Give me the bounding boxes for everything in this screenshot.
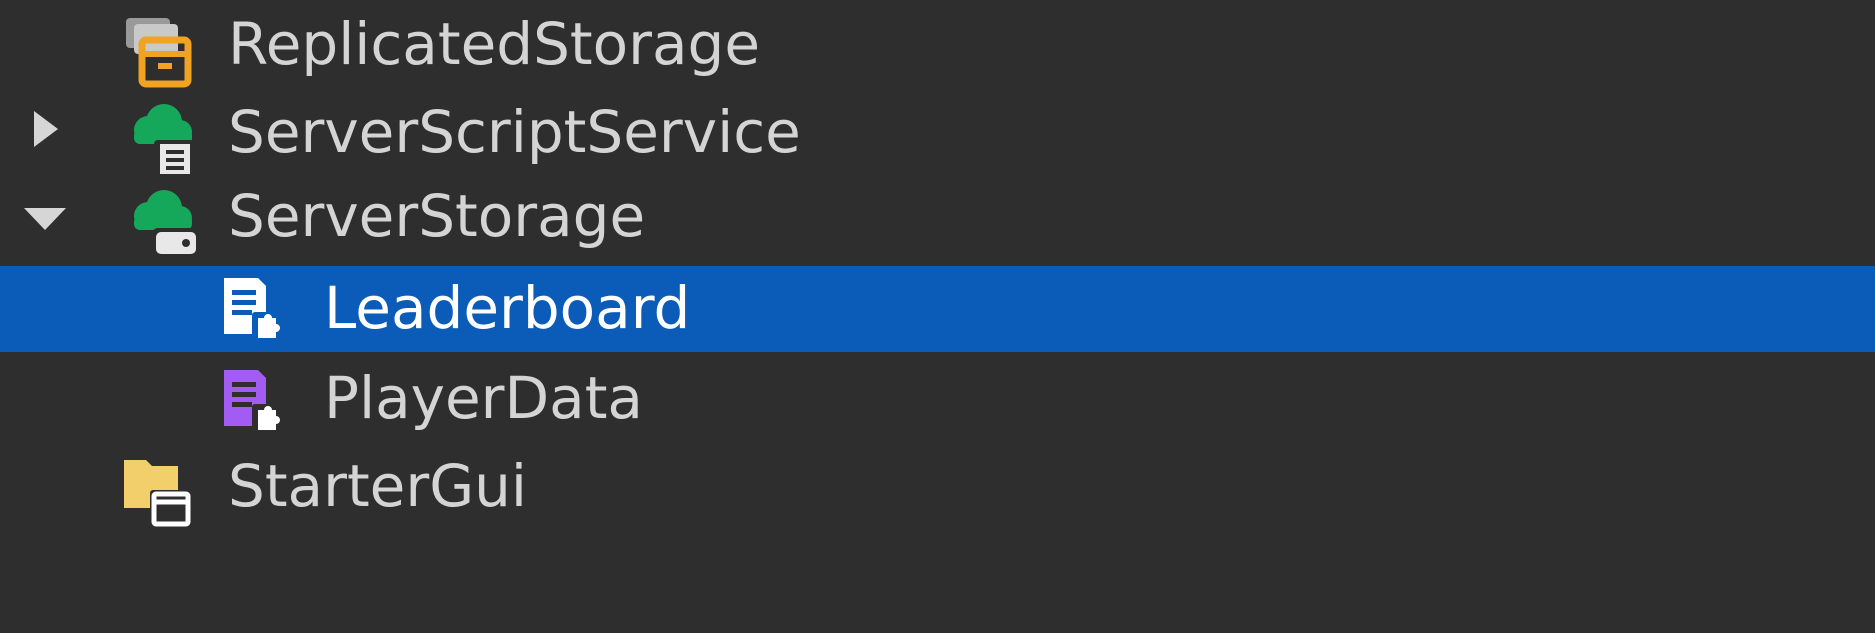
- explorer-tree: ReplicatedStorage ServerScriptService Se…: [0, 0, 1875, 633]
- server-script-service-icon: [120, 94, 210, 184]
- chevron-down-icon[interactable]: [24, 208, 66, 230]
- starter-gui-icon: [120, 448, 210, 538]
- tree-item-starter-gui[interactable]: StarterGui: [0, 440, 1875, 545]
- tree-item-label: StarterGui: [228, 452, 528, 520]
- tree-item-server-storage[interactable]: ServerStorage: [0, 172, 1875, 277]
- module-script-icon: [214, 264, 304, 354]
- server-storage-icon: [120, 180, 210, 270]
- replicated-storage-icon: [120, 8, 210, 98]
- tree-item-player-data[interactable]: PlayerData: [0, 352, 1875, 442]
- tree-item-label: ServerStorage: [228, 182, 646, 250]
- tree-item-leaderboard[interactable]: Leaderboard: [0, 266, 1875, 352]
- chevron-right-icon[interactable]: [34, 111, 58, 147]
